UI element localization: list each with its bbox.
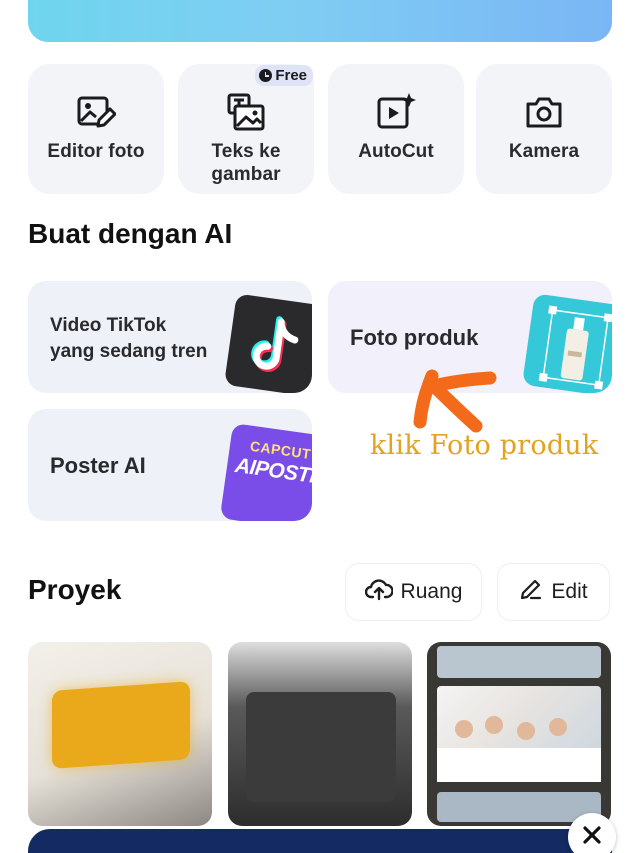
annotation-arrow-icon xyxy=(413,369,497,433)
ai-card-poster-ai[interactable]: Poster AI CAPCUT AIPOSTER xyxy=(28,409,312,521)
text-to-image-icon xyxy=(226,92,266,132)
tool-label: Kamera xyxy=(508,141,580,162)
black-bag-shape xyxy=(246,692,396,802)
free-badge-label: Free xyxy=(275,67,307,84)
project-thumbnail-1[interactable] xyxy=(28,642,212,826)
close-banner-button[interactable] xyxy=(568,813,616,853)
autocut-icon xyxy=(376,92,416,132)
card-label: Foto produk xyxy=(350,325,479,350)
clock-icon xyxy=(259,69,273,82)
tool-editor-foto[interactable]: Editor foto xyxy=(28,64,164,194)
project-thumbnail-3[interactable] xyxy=(427,642,611,826)
tool-label: Teks ke gambar xyxy=(211,141,281,185)
edit-button-label: Edit xyxy=(551,580,588,603)
product-bottle-image xyxy=(522,293,612,393)
photo-frame-top xyxy=(437,646,601,678)
storage-button[interactable]: Ruang xyxy=(345,563,482,621)
cloud-upload-icon xyxy=(364,577,394,607)
tool-kamera[interactable]: Kamera xyxy=(476,64,612,194)
photo-edit-icon xyxy=(76,92,116,132)
section-title-proyek: Proyek xyxy=(28,574,122,605)
card-label: Poster AI xyxy=(50,453,146,478)
tool-label: Editor foto xyxy=(47,141,145,162)
edit-button[interactable]: Edit xyxy=(497,563,610,621)
annotation-text: klik Foto produk xyxy=(370,430,599,461)
card-label-line1: Video TikTok xyxy=(50,315,167,336)
ai-card-tiktok-trend[interactable]: Video TikTok yang sedang tren xyxy=(28,281,312,393)
tool-teks-ke-gambar[interactable]: Free Teks ke gambar xyxy=(178,64,314,194)
group-photo-frame xyxy=(437,686,601,782)
tool-autocut[interactable]: AutoCut xyxy=(328,64,464,194)
card-label-line2: yang sedang tren xyxy=(50,341,208,362)
top-promo-banner[interactable] xyxy=(28,0,612,42)
camera-icon xyxy=(524,92,564,132)
tool-label: AutoCut xyxy=(358,141,434,162)
project-thumbnail-2[interactable] xyxy=(228,642,412,826)
close-icon xyxy=(582,825,602,850)
storage-button-label: Ruang xyxy=(400,580,463,603)
yellow-product-shape xyxy=(52,681,190,769)
section-title-ai: Buat dengan AI xyxy=(28,218,233,249)
free-badge: Free xyxy=(255,65,313,86)
tiktok-logo-icon xyxy=(224,293,312,393)
quick-tools-row: Editor foto Free Teks ke gambar AutoCut … xyxy=(28,64,612,194)
bottom-promo-banner[interactable] xyxy=(28,829,612,853)
pencil-icon xyxy=(519,577,543,607)
aiposter-art-image: CAPCUT AIPOSTER xyxy=(219,423,312,521)
